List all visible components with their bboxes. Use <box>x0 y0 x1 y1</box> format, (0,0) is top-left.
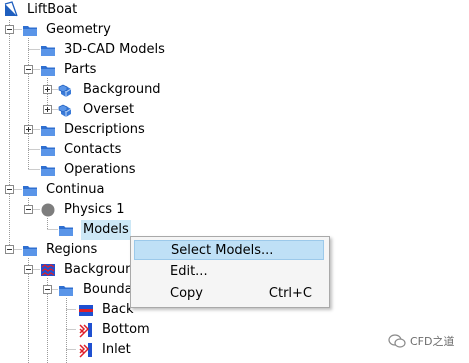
expand-toggle[interactable] <box>43 85 52 94</box>
tree-item-continua[interactable]: Continua <box>0 180 140 200</box>
tree-item-label: Physics 1 <box>64 202 125 217</box>
menu-item-select-models[interactable]: Select Models... <box>134 240 324 260</box>
tree-item-label: Backgroun <box>64 262 134 277</box>
tree-item-contacts[interactable]: Contacts <box>0 140 180 160</box>
inlet-boundary-icon <box>79 343 92 358</box>
tree-item-label: Back <box>102 302 134 317</box>
collapse-toggle[interactable] <box>24 205 33 214</box>
menu-item-edit[interactable]: Edit... <box>134 262 324 282</box>
tree-item-boundary-back[interactable]: Back <box>0 300 140 320</box>
tree-item-label: Bounda <box>83 282 133 297</box>
tree-item-label: Regions <box>46 242 98 257</box>
wall-boundary-icon <box>79 323 92 338</box>
tree-item-operations[interactable]: Operations <box>0 160 180 180</box>
menu-item-copy[interactable]: Copy Ctrl+C <box>134 284 324 304</box>
collapse-toggle[interactable] <box>5 185 14 194</box>
tree-item-label: Bottom <box>102 322 150 337</box>
collapse-toggle[interactable] <box>24 65 33 74</box>
expand-toggle[interactable] <box>24 125 33 134</box>
tree-item-descriptions[interactable]: Descriptions <box>0 120 180 140</box>
tree-item-boundary-inlet[interactable]: Inlet <box>0 340 140 360</box>
collapse-toggle[interactable] <box>5 245 14 254</box>
tree-item-models[interactable]: Models <box>0 220 140 240</box>
tree-item-label: Continua <box>46 182 105 197</box>
menu-item-label: Copy <box>170 286 203 301</box>
tree-item-label: Inlet <box>102 342 131 357</box>
tree-item-parts[interactable]: Parts <box>0 60 140 80</box>
collapse-toggle[interactable] <box>24 265 33 274</box>
tree-item-boundaries[interactable]: Bounda <box>0 280 133 300</box>
tree-item-regions[interactable]: Regions <box>0 240 130 260</box>
tree-item-root[interactable]: LiftBoat <box>0 0 140 20</box>
physics-continuum-icon <box>41 203 55 217</box>
expand-toggle[interactable] <box>43 105 52 114</box>
watermark-text: CFD之道 <box>410 335 455 348</box>
tree-item-label: LiftBoat <box>27 2 78 17</box>
tree-item-geometry[interactable]: Geometry <box>0 20 140 40</box>
folder-icon <box>41 166 55 176</box>
tree-item-region-background[interactable]: Backgroun <box>0 260 134 280</box>
folder-icon <box>23 186 37 196</box>
menu-item-shortcut: Ctrl+C <box>268 286 312 301</box>
region-icon <box>41 264 55 276</box>
part-icon <box>58 84 72 97</box>
folder-icon <box>59 226 73 236</box>
folder-icon <box>41 46 55 56</box>
tree-item-label: Parts <box>64 62 97 77</box>
tree-item-part-background[interactable]: Background <box>0 80 180 100</box>
part-icon <box>58 104 72 117</box>
context-menu: Select Models... Edit... Copy Ctrl+C <box>130 236 330 308</box>
folder-icon <box>23 246 37 256</box>
tree-item-label: Background <box>83 82 161 97</box>
tree-item-label: Geometry <box>46 22 111 37</box>
menu-item-label: Edit... <box>170 264 208 279</box>
tree-item-label: Overset <box>83 102 135 117</box>
folder-icon <box>23 26 37 36</box>
folder-icon <box>41 66 55 76</box>
wechat-icon <box>388 334 406 348</box>
collapse-toggle[interactable] <box>5 25 14 34</box>
simulation-icon <box>4 1 18 17</box>
tree-item-label: 3D-CAD Models <box>64 42 165 57</box>
folder-icon <box>41 146 55 156</box>
tree-item-label: Operations <box>64 162 136 177</box>
tree-item-physics[interactable]: Physics 1 <box>0 200 160 220</box>
tree-item-part-overset[interactable]: Overset <box>0 100 180 120</box>
tree-item-label: Contacts <box>64 142 122 157</box>
tree-item-label: Models <box>81 220 131 240</box>
tree-item-3d-cad-models[interactable]: 3D-CAD Models <box>0 40 180 60</box>
tree-item-label: Descriptions <box>64 122 145 137</box>
collapse-toggle[interactable] <box>43 285 52 294</box>
symmetry-boundary-icon <box>79 305 93 316</box>
folder-icon <box>59 286 73 296</box>
folder-icon <box>41 126 55 136</box>
tree-item-boundary-bottom[interactable]: Bottom <box>0 320 160 340</box>
watermark: CFD之道 <box>388 331 454 351</box>
simulation-tree: LiftBoat Geometry 3D-CAD Models Parts Ba… <box>0 0 469 363</box>
menu-item-label: Select Models... <box>171 243 274 258</box>
